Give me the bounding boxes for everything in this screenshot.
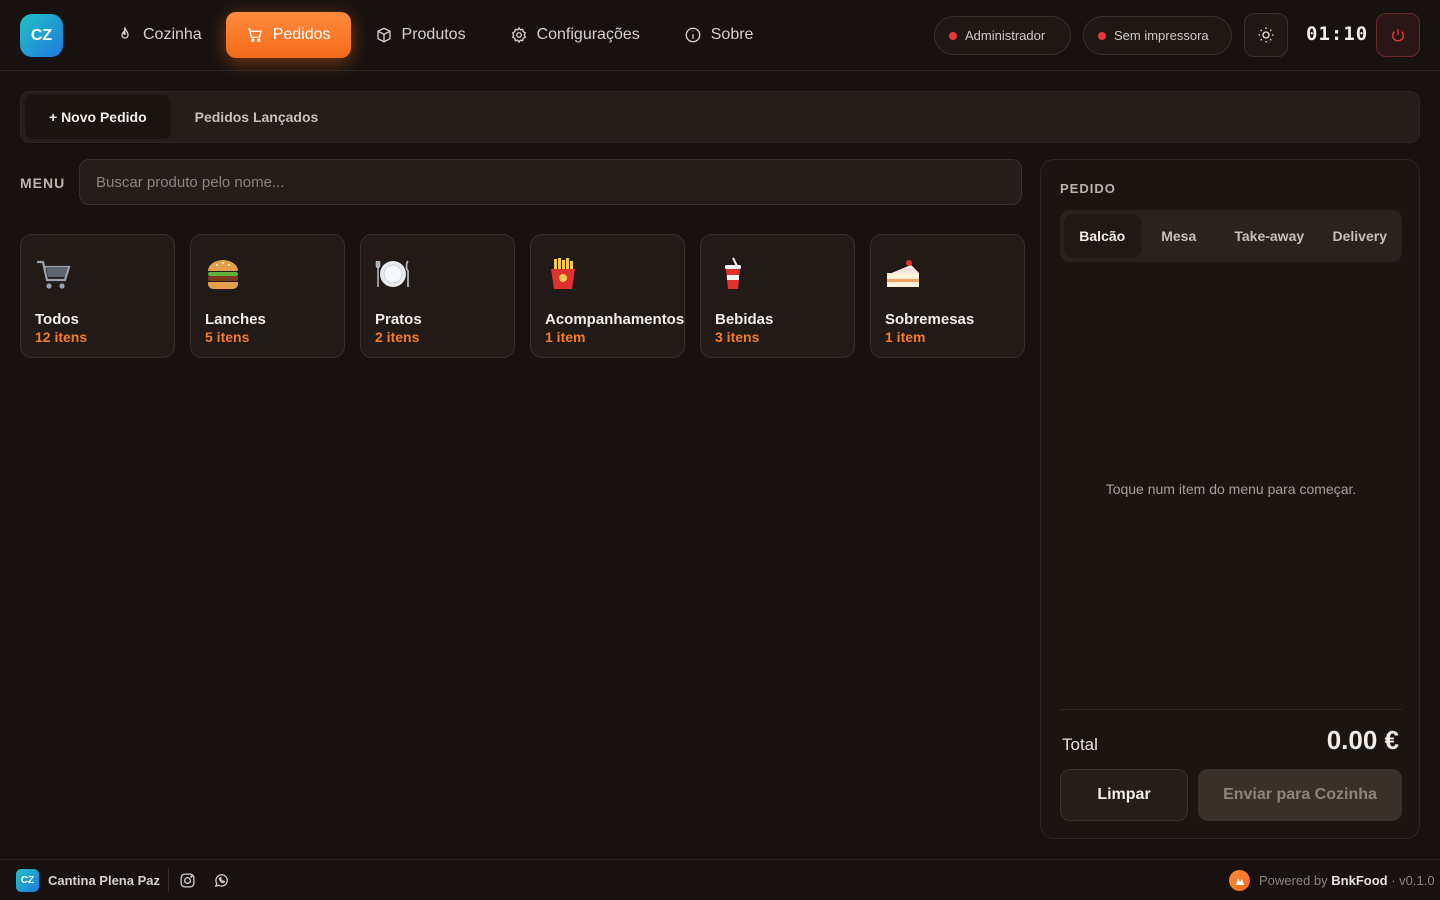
category-card-todos[interactable]: Todos 12 itens [20,234,175,358]
order-type-delivery[interactable]: Delivery [1322,214,1399,258]
whatsapp-icon [214,874,228,888]
order-type-balcao[interactable]: Balcão [1064,214,1141,258]
category-name: Bebidas [715,311,774,328]
info-icon [685,27,701,43]
category-card-acompanhamentos[interactable]: Acompanhamentos 1 item [530,234,685,358]
status-dot-icon [1098,31,1106,40]
divider [1060,709,1402,710]
burger-icon [208,260,238,289]
nav-item-configuracoes[interactable]: Configurações [490,12,660,58]
category-list: Todos 12 itens Lanches 5 itens Pratos 2 … [20,234,1025,358]
category-card-pratos[interactable]: Pratos 2 itens [360,234,515,358]
divider [168,868,169,892]
nav-label: Cozinha [143,26,202,43]
nav-item-cozinha[interactable]: Cozinha [96,12,222,58]
category-count: 3 itens [715,329,760,345]
drink-cup-icon [725,257,741,289]
nav-item-produtos[interactable]: Produtos [355,12,486,58]
total-value: 0.00 € [1326,725,1399,755]
category-count: 5 itens [205,329,250,345]
category-name: Acompanhamentos [545,311,685,328]
category-name: Lanches [205,311,266,328]
app: CZ Cozinha Pedidos Produtos Configuraçõe… [0,0,1440,900]
fries-icon [551,258,575,289]
order-type-takeaway[interactable]: Take-away [1217,214,1322,258]
footer: CZ Cantina Plena Paz Powered by BnkFood … [0,859,1440,900]
nav-label: Produtos [401,26,466,43]
order-title: PEDIDO [1060,181,1116,196]
whatsapp-link[interactable] [213,872,230,889]
cart-icon [247,28,262,42]
order-subtabs: + Novo Pedido Pedidos Lançados [20,91,1420,143]
total-label: Total [1062,735,1098,754]
brand-logo[interactable]: CZ [20,14,63,57]
powered-prefix: Powered by [1259,873,1328,888]
tab-pedidos-lancados[interactable]: Pedidos Lançados [171,95,343,139]
category-name: Todos [35,311,79,328]
main-nav: Cozinha Pedidos Produtos Configurações S… [96,12,777,58]
category-card-lanches[interactable]: Lanches 5 itens [190,234,345,358]
nav-label: Configurações [536,26,640,43]
status-dot-icon [949,31,957,40]
gear-icon [511,26,526,44]
category-count: 1 item [545,329,586,345]
top-bar: CZ Cozinha Pedidos Produtos Configuraçõe… [0,0,1440,71]
instagram-icon [180,873,195,888]
plate-cutlery-icon [375,260,409,287]
order-type-selector: Balcão Mesa Take-away Delivery [1060,210,1402,262]
clear-button[interactable]: Limpar [1060,769,1188,821]
cake-slice-icon [887,260,919,287]
printer-status-label: Sem impressora [1114,28,1209,43]
category-count: 2 itens [375,329,420,345]
order-panel: PEDIDO Balcão Mesa Take-away Delivery To… [1040,159,1420,839]
footer-logo: CZ [16,869,39,892]
category-count: 12 itens [35,329,88,345]
send-to-kitchen-button[interactable]: Enviar para Cozinha [1198,769,1402,821]
powered-brand[interactable]: BnkFood [1331,873,1387,888]
user-status-label: Administrador [965,28,1046,43]
printer-status-badge[interactable]: Sem impressora [1083,16,1232,55]
footer-logo-initials: CZ [20,875,35,886]
logout-button[interactable] [1376,13,1420,57]
nav-label: Sobre [710,26,754,43]
clock: 01:10 [1306,23,1369,45]
category-name: Pratos [375,311,422,328]
nav-label: Pedidos [272,26,331,43]
box-icon [376,27,391,43]
shopping-cart-icon [37,260,71,289]
footer-store-name: Cantina Plena Paz [48,873,160,888]
power-icon [1392,29,1404,42]
bnkfood-logo-icon [1229,870,1250,891]
category-count: 1 item [885,329,926,345]
sun-icon [1258,27,1274,43]
empty-order-message: Toque num item do menu para começar. [1105,481,1357,497]
category-card-sobremesas[interactable]: Sobremesas 1 item [870,234,1025,358]
app-version: · v0.1.0 [1391,873,1435,888]
flame-icon [121,26,129,39]
theme-toggle-button[interactable] [1244,13,1288,57]
nav-item-pedidos[interactable]: Pedidos [225,12,351,58]
order-type-mesa[interactable]: Mesa [1141,214,1218,258]
menu-label: MENU [20,175,66,191]
tab-novo-pedido[interactable]: + Novo Pedido [25,95,171,139]
brand-initials: CZ [30,26,53,44]
search-input[interactable] [79,159,1022,205]
nav-item-sobre[interactable]: Sobre [664,12,774,58]
category-name: Sobremesas [885,311,975,328]
user-status-badge[interactable]: Administrador [934,16,1071,55]
instagram-link[interactable] [179,872,196,889]
category-card-bebidas[interactable]: Bebidas 3 itens [700,234,855,358]
powered-by: Powered by BnkFood · v0.1.0 [1259,873,1435,888]
